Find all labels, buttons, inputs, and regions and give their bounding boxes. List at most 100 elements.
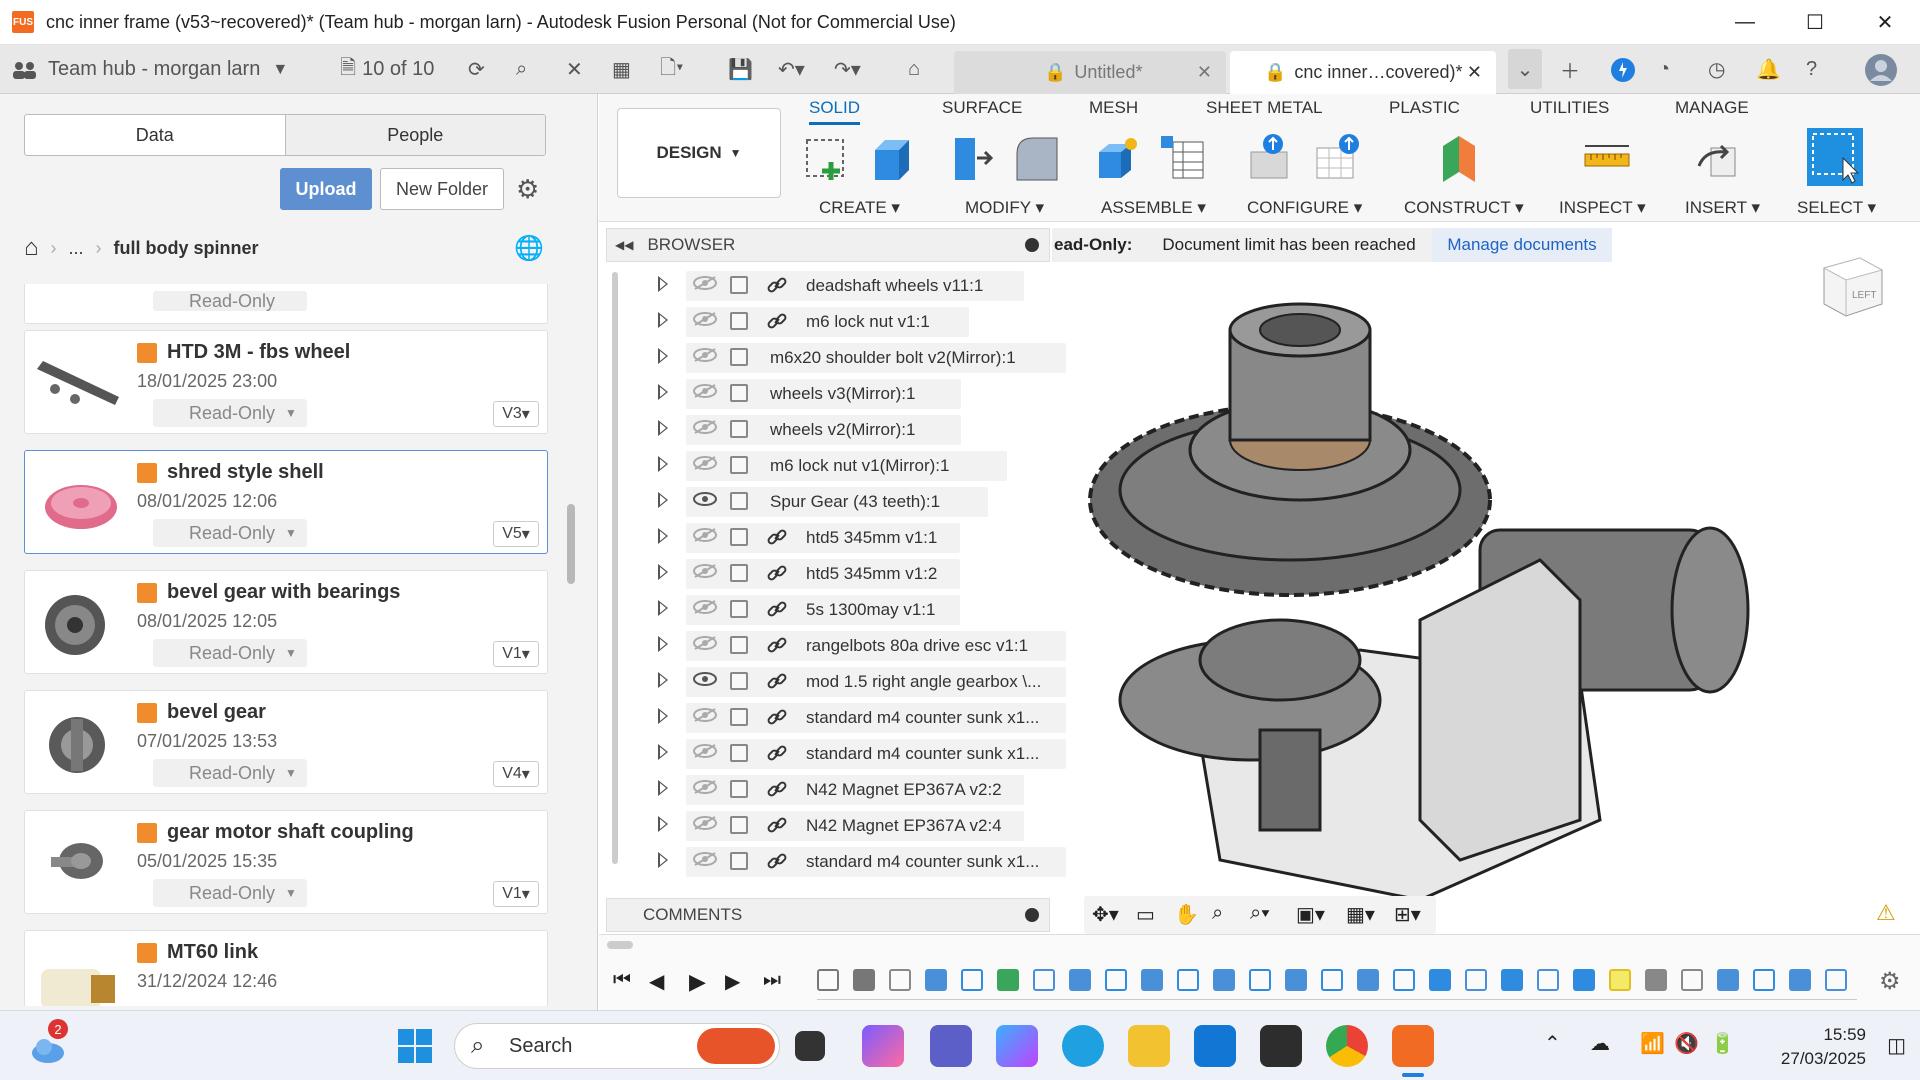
play-icon[interactable]: ▶ [689, 969, 706, 995]
fusion-taskbar-icon[interactable] [1392, 1025, 1434, 1067]
timeline-feature-icon[interactable] [817, 969, 839, 991]
construct-menu[interactable]: CONSTRUCT ▾ [1404, 198, 1524, 218]
eye-hidden-icon[interactable] [692, 744, 718, 758]
timeline-feature-icon[interactable] [1501, 969, 1523, 991]
help-icon[interactable]: ? [1806, 45, 1817, 94]
eye-hidden-icon[interactable] [692, 816, 718, 830]
eye-hidden-icon[interactable] [692, 384, 718, 398]
tab-data[interactable]: Data [25, 115, 285, 155]
orbit-icon[interactable]: ✥▾ [1092, 902, 1119, 927]
teams-icon[interactable] [930, 1025, 972, 1067]
add-comment-icon[interactable] [1025, 908, 1039, 922]
timeline-feature-icon[interactable] [1609, 969, 1631, 991]
online-status-icon[interactable]: ◔ [1658, 45, 1670, 94]
warning-icon[interactable]: ⚠ [1876, 900, 1896, 926]
timeline-feature-icon[interactable] [1789, 969, 1811, 991]
go-to-start-icon[interactable]: ⏮ [613, 969, 631, 992]
browser-item[interactable]: deadshaft wheels v11:1 [606, 268, 1066, 304]
battery-icon[interactable]: 🔋 [1710, 1031, 1735, 1056]
expand-arrow-icon[interactable] [658, 672, 668, 688]
pan-icon[interactable]: ✋ [1174, 902, 1199, 927]
notifications-icon[interactable]: 🔔 [1756, 45, 1781, 94]
version-badge[interactable]: V4 ▾ [493, 761, 539, 787]
timeline-feature-icon[interactable] [1357, 969, 1379, 991]
step-back-icon[interactable]: ◀ [649, 969, 664, 994]
eye-hidden-icon[interactable] [692, 420, 718, 434]
manage-documents-link[interactable]: Manage documents [1432, 228, 1612, 262]
list-item[interactable]: bevel gear with bearings 08/01/2025 12:0… [24, 570, 548, 674]
inspect-menu[interactable]: INSPECT ▾ [1559, 198, 1646, 218]
maximize-button[interactable]: ☐ [1780, 0, 1850, 45]
timeline-feature-icon[interactable] [961, 969, 983, 991]
expand-arrow-icon[interactable] [658, 744, 668, 760]
version-badge[interactable]: V1 ▾ [493, 641, 539, 667]
eye-icon[interactable] [692, 672, 718, 686]
timeline-feature-icon[interactable] [997, 969, 1019, 991]
model-viewport[interactable] [1060, 300, 1840, 900]
eye-hidden-icon[interactable] [692, 528, 718, 542]
select-icon[interactable] [1807, 128, 1863, 186]
browser-item[interactable]: standard m4 counter sunk x1... [606, 736, 1066, 772]
file-explorer-icon[interactable] [1128, 1025, 1170, 1067]
timeline-feature-icon[interactable] [1537, 969, 1559, 991]
step-forward-icon[interactable]: ▶ [725, 969, 740, 994]
configure-menu[interactable]: CONFIGURE ▾ [1247, 198, 1362, 218]
tab-people[interactable]: People [284, 115, 545, 155]
timeline-feature-icon[interactable] [1033, 969, 1055, 991]
timeline-feature-icon[interactable] [925, 969, 947, 991]
extensions-icon[interactable] [1610, 45, 1636, 94]
notification-center-icon[interactable]: ◫ [1887, 1033, 1906, 1058]
measure-icon[interactable] [1583, 132, 1631, 184]
timeline-feature-icon[interactable] [1213, 969, 1235, 991]
eye-hidden-icon[interactable] [692, 456, 718, 470]
go-to-end-icon[interactable]: ⏭ [763, 969, 781, 992]
upload-button[interactable]: Upload [280, 168, 372, 210]
timeline-feature-icon[interactable] [1753, 969, 1775, 991]
browser-item[interactable]: standard m4 counter sunk x1... [606, 700, 1066, 736]
timeline-feature-icon[interactable] [1177, 969, 1199, 991]
new-folder-button[interactable]: New Folder [380, 168, 504, 210]
expand-arrow-icon[interactable] [658, 348, 668, 364]
task-view-icon[interactable] [795, 1031, 825, 1061]
apps-grid-icon[interactable]: ▦ [612, 45, 631, 94]
eye-hidden-icon[interactable] [692, 348, 718, 362]
timeline-feature-icon[interactable] [1393, 969, 1415, 991]
tab-plastic[interactable]: PLASTIC [1389, 98, 1460, 118]
browser-item[interactable]: htd5 345mm v1:2 [606, 556, 1066, 592]
onedrive-icon[interactable]: ☁ [1590, 1031, 1610, 1056]
browser-item[interactable]: rangelbots 80a drive esc v1:1 [606, 628, 1066, 664]
tab-sheet-metal[interactable]: SHEET METAL [1206, 98, 1323, 118]
zoom-icon[interactable]: ⌕ [1212, 902, 1223, 925]
assemble-menu[interactable]: ASSEMBLE ▾ [1101, 198, 1206, 218]
timeline-settings-icon[interactable]: ⚙ [1879, 967, 1901, 996]
timeline-feature-icon[interactable] [1717, 969, 1739, 991]
read-only-badge[interactable]: Read-Only ▼ [153, 519, 307, 547]
m365-icon[interactable] [996, 1025, 1038, 1067]
create-sketch-icon[interactable] [803, 132, 851, 184]
tab-close-icon[interactable]: ✕ [1197, 62, 1212, 83]
refresh-icon[interactable]: ⟳ [468, 45, 485, 94]
wifi-icon[interactable]: 📶 [1640, 1031, 1665, 1056]
list-item[interactable]: MT60 link 31/12/2024 12:46 [24, 930, 548, 1006]
taskbar-search[interactable]: ⌕ Search [454, 1023, 780, 1069]
avatar[interactable] [1864, 45, 1898, 94]
version-badge[interactable]: V5 ▾ [493, 521, 539, 547]
extrude-icon[interactable] [869, 132, 917, 184]
timeline-feature-icon[interactable] [853, 969, 875, 991]
browser-item[interactable]: N42 Magnet EP367A v2:2 [606, 772, 1066, 808]
browser-item[interactable]: wheels v2(Mirror):1 [606, 412, 1066, 448]
browser-header[interactable]: ◀◀ BROWSER [606, 228, 1050, 262]
view-cube[interactable]: LEFT [1812, 248, 1892, 328]
timeline-feature-icon[interactable] [1573, 969, 1595, 991]
timeline-feature-icon[interactable] [889, 969, 911, 991]
minimize-button[interactable]: — [1710, 0, 1780, 45]
grid-settings-icon[interactable]: ▦▾ [1346, 902, 1375, 927]
eye-hidden-icon[interactable] [692, 780, 718, 794]
expand-arrow-icon[interactable] [658, 564, 668, 580]
list-item[interactable]: shred style shell 08/01/2025 12:06 Read-… [24, 450, 548, 554]
browser-item[interactable]: standard m4 counter sunk x1... [606, 844, 1066, 880]
browser-item[interactable]: mod 1.5 right angle gearbox \... [606, 664, 1066, 700]
read-only-badge[interactable]: Read-Only ▼ [153, 399, 307, 427]
version-badge[interactable]: V1 ▾ [493, 881, 539, 907]
expand-arrow-icon[interactable] [658, 528, 668, 544]
